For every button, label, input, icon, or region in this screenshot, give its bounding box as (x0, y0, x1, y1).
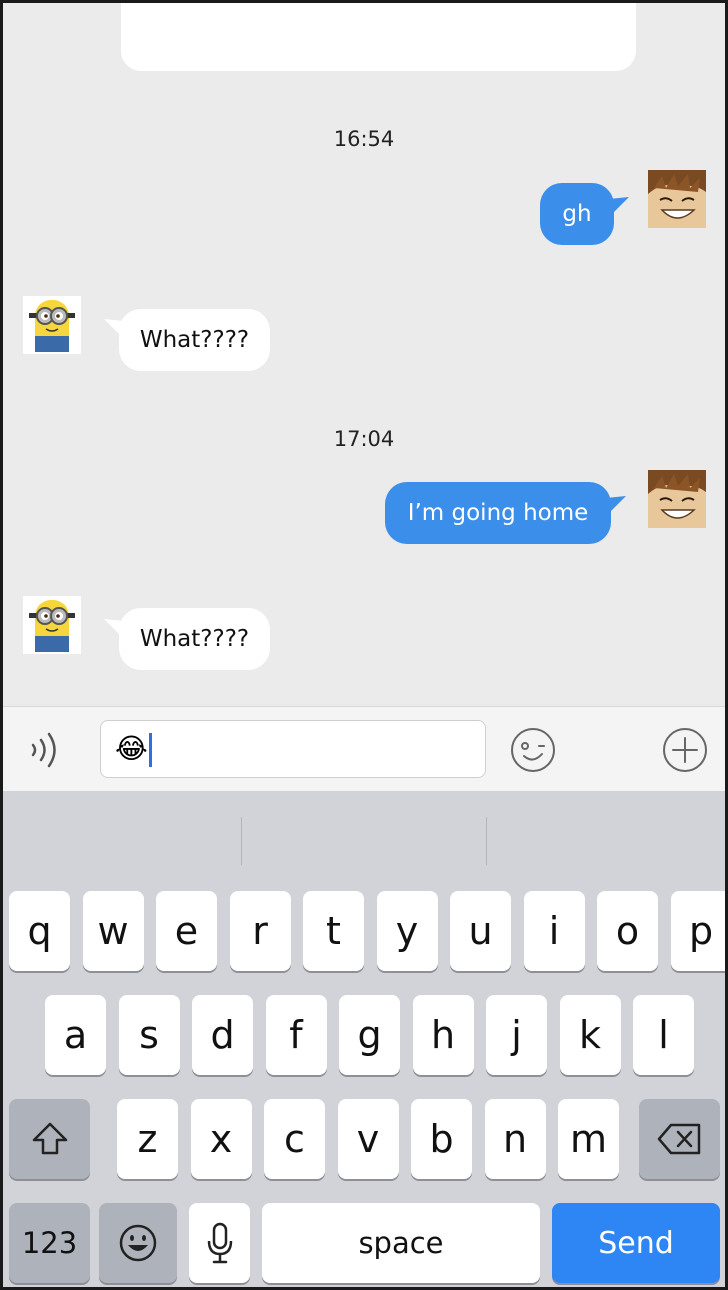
previous-message-bubble (121, 3, 636, 71)
key-z[interactable]: z (117, 1099, 178, 1179)
key-t[interactable]: t (303, 891, 364, 971)
key-m[interactable]: m (558, 1099, 619, 1179)
key-d[interactable]: d (192, 995, 253, 1075)
delete-key[interactable] (639, 1099, 720, 1179)
key-b[interactable]: b (411, 1099, 472, 1179)
key-v[interactable]: v (337, 1099, 399, 1179)
my-avatar[interactable] (648, 470, 706, 528)
chat-screen: 16:54 gh What???? 17:04 I’m going home W… (0, 0, 728, 1290)
key-e[interactable]: e (156, 891, 217, 971)
emoji-face-icon[interactable] (509, 726, 557, 774)
space-key[interactable]: space (262, 1203, 540, 1283)
add-circle-icon[interactable] (661, 726, 709, 774)
key-x[interactable]: x (190, 1099, 252, 1179)
backspace-icon (657, 1123, 700, 1155)
contact-avatar[interactable] (23, 596, 81, 654)
incoming-message-bubble[interactable]: What???? (119, 608, 270, 670)
key-l[interactable]: l (633, 995, 694, 1075)
key-r[interactable]: r (229, 891, 291, 971)
bubble-tail (606, 496, 626, 512)
key-c[interactable]: c (264, 1099, 325, 1179)
key-u[interactable]: u (450, 891, 511, 971)
key-o[interactable]: o (597, 891, 658, 971)
bubble-tail (609, 197, 629, 213)
key-j[interactable]: j (486, 995, 547, 1075)
timestamp: 17:04 (333, 427, 395, 451)
key-w[interactable]: w (82, 891, 144, 971)
key-k[interactable]: k (559, 995, 621, 1075)
my-avatar[interactable] (648, 170, 706, 228)
key-p[interactable]: p (670, 891, 725, 971)
message-input-bar: 😂 (3, 706, 725, 791)
message-input[interactable]: 😂 (100, 720, 486, 778)
timestamp: 16:54 (333, 127, 395, 151)
key-f[interactable]: f (265, 995, 327, 1075)
contact-avatar[interactable] (23, 296, 81, 354)
keyboard: qwertyuiop asdfghjkl zxcvbnm 123 space S… (3, 791, 725, 1287)
key-n[interactable]: n (484, 1099, 546, 1179)
outgoing-message-bubble[interactable]: I’m going home (385, 482, 611, 544)
shift-key[interactable] (9, 1099, 90, 1179)
emoji-key-icon (119, 1224, 157, 1262)
key-a[interactable]: a (45, 995, 106, 1075)
incoming-message-bubble[interactable]: What???? (119, 309, 270, 371)
anime-boy-avatar-icon (648, 470, 706, 528)
voice-icon[interactable] (27, 729, 67, 771)
suggestion-divider (241, 817, 242, 865)
send-key[interactable]: Send (552, 1203, 720, 1283)
key-s[interactable]: s (118, 995, 180, 1075)
outgoing-message-bubble[interactable]: gh (540, 183, 614, 245)
key-q[interactable]: q (9, 891, 70, 971)
suggestion-divider (486, 817, 487, 865)
text-cursor (149, 733, 152, 767)
microphone-icon (207, 1222, 232, 1264)
key-i[interactable]: i (523, 891, 585, 971)
message-input-value: 😂 (115, 732, 148, 765)
numbers-key[interactable]: 123 (9, 1203, 90, 1283)
key-h[interactable]: h (412, 995, 474, 1075)
key-g[interactable]: g (339, 995, 400, 1075)
shift-icon (32, 1122, 67, 1155)
emoji-key[interactable] (99, 1203, 177, 1283)
minion-avatar-icon (23, 596, 81, 654)
dictation-key[interactable] (189, 1203, 250, 1283)
anime-boy-avatar-icon (648, 170, 706, 228)
key-y[interactable]: y (376, 891, 438, 971)
minion-avatar-icon (23, 296, 81, 354)
